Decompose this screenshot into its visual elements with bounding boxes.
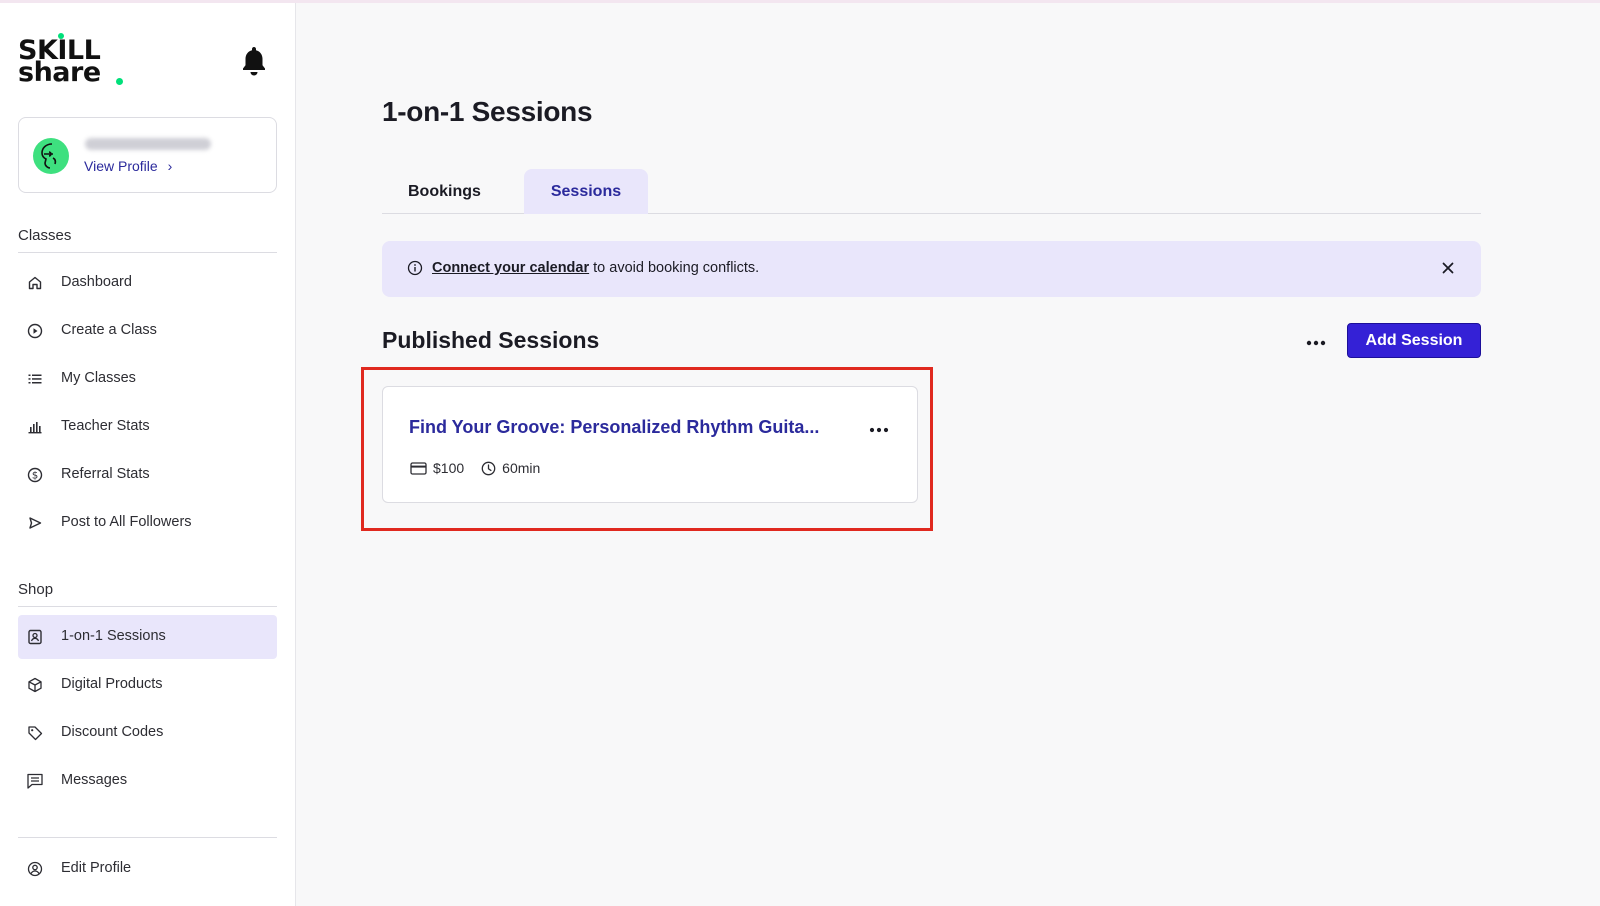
sidebar: SKILL share View Profile › Classes Dashbo… (0, 3, 296, 906)
sidebar-item-edit-profile[interactable]: Edit Profile (18, 847, 277, 891)
home-icon (26, 274, 44, 292)
bar-chart-icon (26, 418, 44, 436)
user-circle-icon (26, 860, 44, 878)
add-session-button[interactable]: Add Session (1347, 323, 1481, 358)
sidebar-item-referral-stats[interactable]: $ Referral Stats (18, 453, 277, 497)
sidebar-item-label: Digital Products (61, 676, 163, 692)
credit-card-icon (410, 461, 427, 475)
banner-text: Connect your calendar to avoid booking c… (432, 260, 759, 276)
session-duration: 60min (481, 460, 540, 476)
clock-icon (481, 461, 496, 475)
session-duration-value: 60min (502, 460, 541, 476)
tab-bar: Bookings Sessions (382, 169, 1481, 214)
sidebar-item-label: 1-on-1 Sessions (61, 628, 166, 644)
sidebar-item-label: Messages (61, 772, 128, 788)
close-icon[interactable] (1441, 261, 1455, 280)
connect-calendar-link[interactable]: Connect your calendar (432, 260, 589, 276)
box-icon (26, 676, 44, 694)
sidebar-item-digital-products[interactable]: Digital Products (18, 663, 277, 707)
session-price: $100 (410, 460, 464, 476)
sidebar-item-dashboard[interactable]: Dashboard (18, 261, 277, 305)
sidebar-item-label: Post to All Followers (61, 514, 192, 530)
sidebar-item-label: Teacher Stats (61, 418, 150, 434)
person-card-icon (26, 628, 44, 646)
profile-card[interactable]: View Profile › (18, 117, 277, 193)
session-title[interactable]: Find Your Groove: Personalized Rhythm Gu… (409, 417, 819, 438)
more-options-icon[interactable] (1303, 333, 1331, 353)
profile-name-blurred (85, 138, 211, 150)
play-circle-icon (26, 322, 44, 340)
sidebar-item-post-to-followers[interactable]: Post to All Followers (18, 501, 277, 545)
calendar-banner: Connect your calendar to avoid booking c… (382, 241, 1481, 297)
published-sessions-heading: Published Sessions (382, 327, 600, 353)
skillshare-logo[interactable]: SKILL share (18, 33, 128, 89)
avatar (33, 138, 69, 174)
svg-text:$: $ (32, 471, 38, 482)
view-profile-label: View Profile (84, 158, 158, 174)
banner-message: to avoid booking conflicts. (589, 260, 760, 276)
tab-bookings[interactable]: Bookings (382, 169, 507, 214)
divider (18, 837, 277, 838)
session-price-value: $100 (433, 460, 465, 476)
shop-heading: Shop (18, 581, 54, 598)
view-profile-link[interactable]: View Profile › (84, 158, 172, 174)
main-content: 1-on-1 Sessions Bookings Sessions Connec… (296, 3, 1600, 906)
divider (18, 606, 277, 607)
logo-dot (58, 33, 64, 39)
tag-icon (26, 724, 44, 742)
divider (18, 252, 277, 253)
page-title: 1-on-1 Sessions (382, 96, 593, 127)
chevron-right-icon: › (167, 158, 173, 174)
dollar-circle-icon: $ (26, 466, 44, 484)
sidebar-item-label: Discount Codes (61, 724, 164, 740)
sidebar-item-discount-codes[interactable]: Discount Codes (18, 711, 277, 755)
classes-heading: Classes (18, 227, 72, 244)
list-icon (26, 370, 44, 388)
logo-line-2: share (18, 57, 101, 88)
sidebar-item-messages[interactable]: Messages (18, 759, 277, 803)
sidebar-item-my-classes[interactable]: My Classes (18, 357, 277, 401)
message-icon (26, 772, 44, 790)
send-icon (26, 514, 44, 532)
sidebar-item-1-on-1-sessions[interactable]: 1-on-1 Sessions (18, 615, 277, 659)
logo-dot-end (116, 78, 123, 85)
session-meta: $100 60min (410, 460, 557, 476)
sidebar-item-label: Edit Profile (61, 860, 132, 876)
tab-sessions[interactable]: Sessions (524, 169, 648, 214)
info-icon (407, 260, 423, 281)
sidebar-item-label: Referral Stats (61, 466, 150, 482)
sidebar-item-create-class[interactable]: Create a Class (18, 309, 277, 353)
bell-icon[interactable] (241, 45, 267, 77)
session-card[interactable]: Find Your Groove: Personalized Rhythm Gu… (382, 386, 918, 503)
more-options-icon[interactable] (867, 422, 891, 438)
sidebar-item-label: My Classes (61, 370, 136, 386)
sidebar-item-label: Create a Class (61, 322, 157, 338)
sidebar-item-teacher-stats[interactable]: Teacher Stats (18, 405, 277, 449)
sidebar-item-label: Dashboard (61, 274, 132, 290)
